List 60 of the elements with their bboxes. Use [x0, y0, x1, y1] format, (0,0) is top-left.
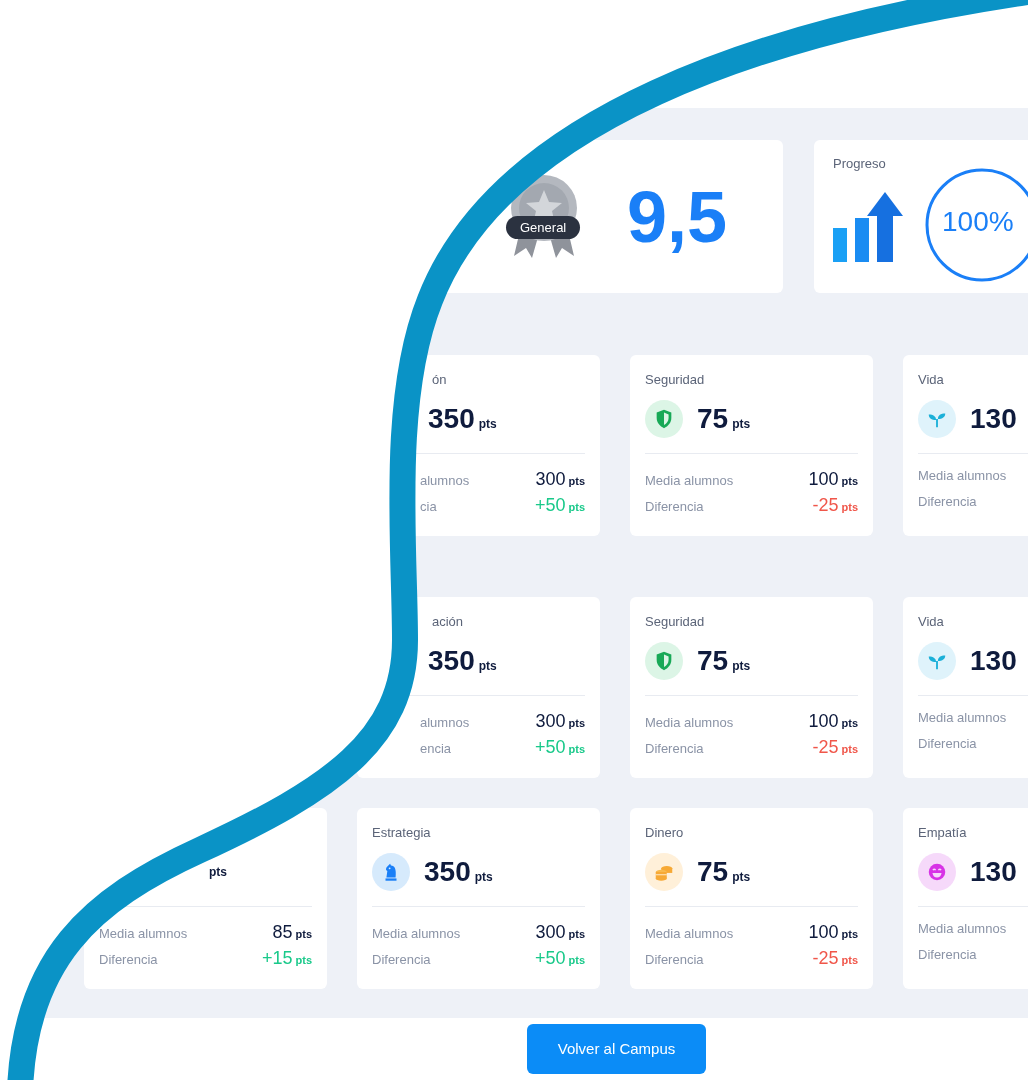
stat-label: Diferencia	[645, 951, 704, 969]
stat-label: Media alumnos	[645, 472, 734, 490]
stat-label: Diferencia	[918, 493, 977, 511]
points-value: 350 pts	[424, 858, 493, 886]
stat-value: 100 pts	[808, 921, 858, 944]
medal-label: General	[506, 215, 581, 239]
stat-label: alumnos	[420, 714, 470, 732]
card-title: Vida	[918, 371, 944, 390]
stat-value: 100 pts	[808, 468, 858, 491]
stat-label: Diferencia	[99, 951, 158, 969]
stat-label: Media alumnos	[645, 925, 734, 943]
stat-label: Media alumnos	[918, 467, 1007, 485]
stat-label: Diferencia	[918, 946, 977, 964]
points-value: 130	[970, 647, 1017, 675]
points-value: pts	[209, 864, 227, 881]
points-value: 350 pts	[428, 405, 497, 433]
stat-value: 300 pts	[535, 921, 585, 944]
stat-label: Media alumnos	[645, 714, 734, 732]
stat-value: 100 pts	[808, 710, 858, 733]
stat-label: Media alumnos	[99, 925, 188, 943]
points-value: 75 pts	[697, 647, 751, 675]
stat-value: -25 pts	[812, 494, 858, 517]
score-value: 9,5	[627, 180, 728, 253]
stat-value: +50 pts	[534, 736, 585, 759]
card-title: Estrategia	[372, 824, 431, 843]
card-title: Empatía	[918, 824, 967, 843]
bar-chart-arrow-icon	[833, 190, 903, 262]
stat-label: Diferencia	[645, 498, 704, 516]
stat-label: Media alumnos	[372, 925, 461, 943]
stat-value: +50 pts	[534, 494, 585, 517]
stat-value: +15 pts	[261, 947, 312, 970]
stat-label: alumnos	[420, 472, 470, 490]
stat-label: Media alumnos	[918, 920, 1007, 938]
points-value: 350 pts	[428, 647, 497, 675]
back-to-campus-button[interactable]: Volver al Campus	[527, 1024, 706, 1074]
points-value: 130	[970, 858, 1017, 886]
smiley-icon	[926, 861, 948, 883]
card-title: Vida	[918, 613, 944, 632]
stat-value: 85 pts	[272, 921, 312, 944]
stat-label: Media alumnos	[918, 709, 1007, 727]
card-title: Dinero	[645, 824, 684, 843]
stat-value: 300 pts	[535, 468, 585, 491]
card-title: Seguridad	[645, 371, 705, 390]
stat-label: Diferencia	[645, 740, 704, 758]
stat-label: Diferencia	[918, 735, 977, 753]
progress-percent: 100%	[942, 208, 1014, 236]
stat-value: +50 pts	[534, 947, 585, 970]
points-value: 75 pts	[697, 858, 751, 886]
stat-value: 300 pts	[535, 710, 585, 733]
stat-value: -25 pts	[812, 947, 858, 970]
stat-label: cia	[420, 498, 437, 516]
stat-value: -25 pts	[812, 736, 858, 759]
card-title: ón	[432, 371, 447, 390]
card-title: ación	[432, 613, 464, 632]
card-title: Seguridad	[645, 613, 705, 632]
progress-title: Progreso	[833, 155, 887, 173]
stat-label: encia	[420, 740, 452, 758]
points-value: 75 pts	[697, 405, 751, 433]
points-value: 130	[970, 405, 1017, 433]
stat-label: Diferencia	[372, 951, 431, 969]
